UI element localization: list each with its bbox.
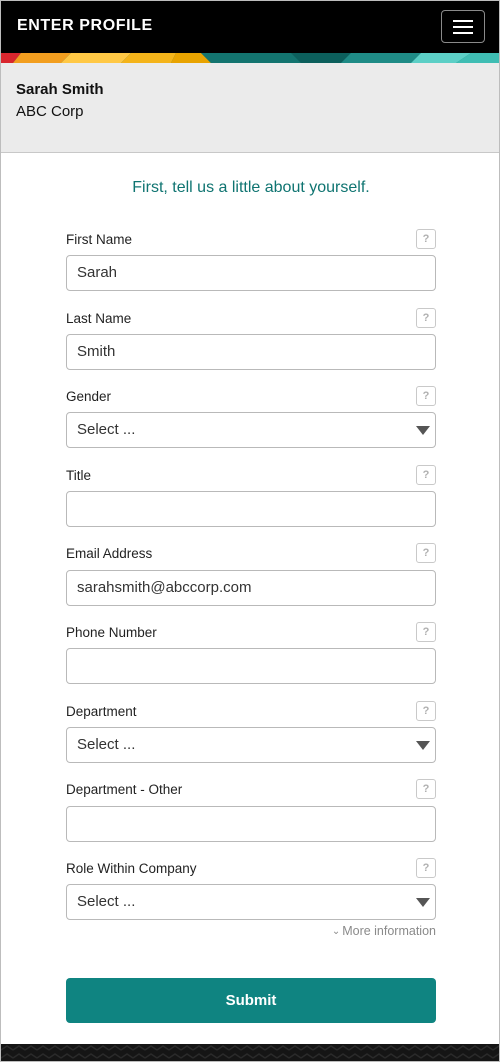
gender-select[interactable]: Select ... <box>66 412 436 448</box>
first-name-help-icon[interactable]: ? <box>416 229 436 249</box>
gender-label: Gender <box>66 389 112 404</box>
profile-name: Sarah Smith <box>16 81 104 98</box>
gender-select-value: Select ... <box>77 421 136 438</box>
department-label: Department <box>66 704 137 719</box>
phone-field[interactable] <box>66 648 436 684</box>
color-stripe-graphic <box>1 53 499 63</box>
email-label: Email Address <box>66 546 153 561</box>
title-label: Title <box>66 468 92 483</box>
last-name-label: Last Name <box>66 311 132 326</box>
role-label: Role Within Company <box>66 861 197 876</box>
department-select[interactable]: Select ... <box>66 727 436 763</box>
title-field[interactable] <box>66 491 436 527</box>
department-help-icon[interactable]: ? <box>416 701 436 721</box>
role-select-value: Select ... <box>77 893 136 910</box>
page-title: ENTER PROFILE <box>17 17 153 34</box>
phone-help-icon[interactable]: ? <box>416 622 436 642</box>
first-name-label: First Name <box>66 232 133 247</box>
role-select[interactable]: Select ... <box>66 884 436 920</box>
department-select-value: Select ... <box>77 736 136 753</box>
top-bar: ENTER PROFILE <box>1 1 499 53</box>
more-information-label: More information <box>342 924 436 938</box>
role-help-icon[interactable]: ? <box>416 858 436 878</box>
department-other-label: Department - Other <box>66 782 183 797</box>
decorative-color-stripe <box>1 53 499 63</box>
profile-company: ABC Corp <box>16 103 84 120</box>
last-name-help-icon[interactable]: ? <box>416 308 436 328</box>
chevron-down-small-icon: ⌄ <box>331 926 341 937</box>
menu-button[interactable] <box>441 10 485 43</box>
department-other-help-icon[interactable]: ? <box>416 779 436 799</box>
chevron-down-icon <box>416 898 430 907</box>
footer-pattern-graphic <box>1 1044 499 1061</box>
department-other-field[interactable] <box>66 806 436 842</box>
chevron-down-icon <box>416 741 430 750</box>
chevron-down-icon <box>416 426 430 435</box>
email-field[interactable]: sarahsmith@abccorp.com <box>66 570 436 606</box>
more-information-link[interactable]: ⌄ More information <box>301 924 436 938</box>
title-help-icon[interactable]: ? <box>416 465 436 485</box>
submit-button[interactable]: Submit <box>66 978 436 1023</box>
phone-label: Phone Number <box>66 625 157 640</box>
profile-summary: Sarah Smith ABC Corp <box>1 63 499 153</box>
first-name-field[interactable]: Sarah <box>66 255 436 291</box>
last-name-field[interactable]: Smith <box>66 334 436 370</box>
email-help-icon[interactable]: ? <box>416 543 436 563</box>
gender-help-icon[interactable]: ? <box>416 386 436 406</box>
app-frame: ENTER PROFILE Sarah Smith ABC Corp First… <box>0 0 500 1062</box>
form-intro: First, tell us a little about yourself. <box>132 179 370 196</box>
footer-pattern <box>1 1044 499 1061</box>
